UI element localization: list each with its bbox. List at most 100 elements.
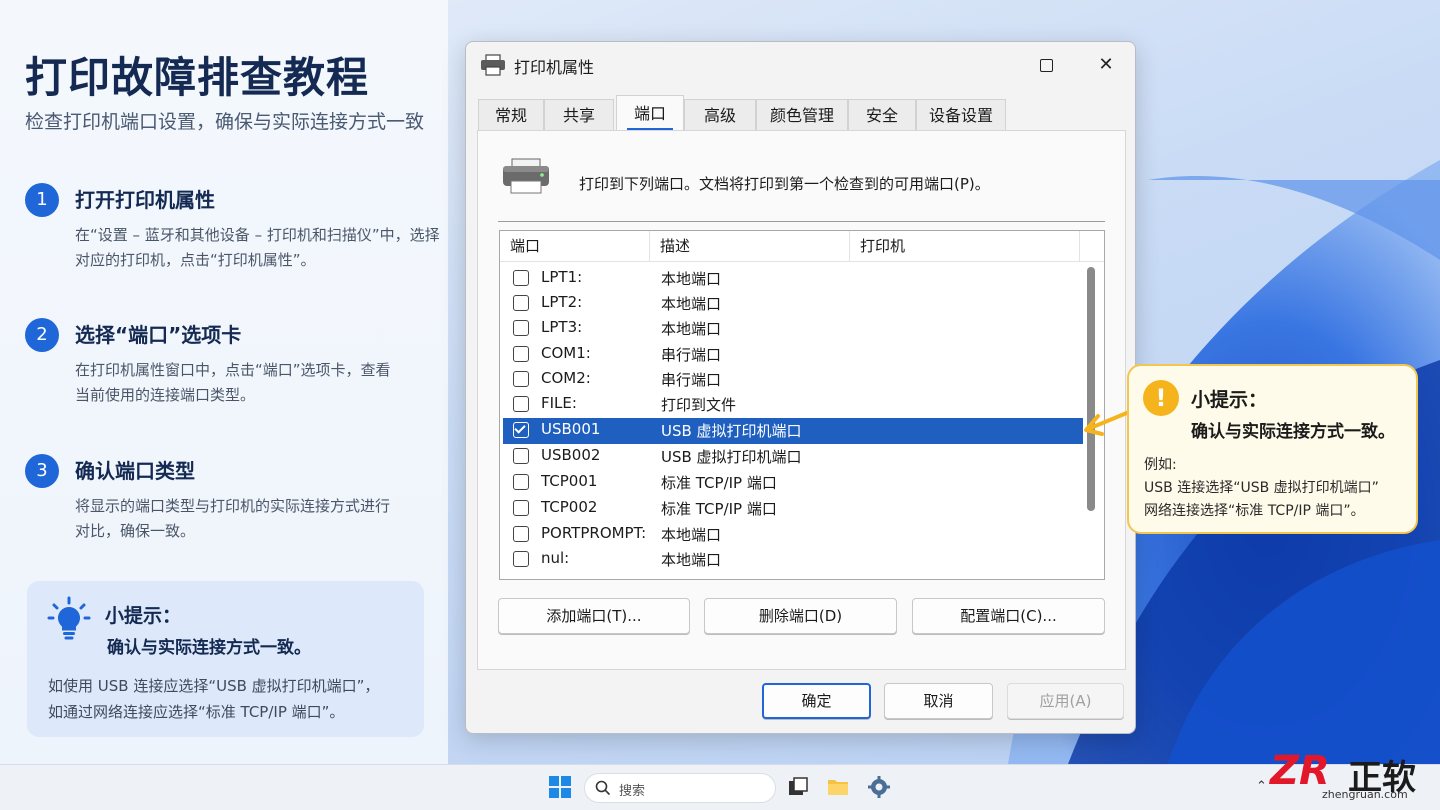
tip-line: 如使用 USB 连接应选择“USB 虚拟打印机端口”， <box>48 677 380 695</box>
port-row[interactable]: USB001 USB 虚拟打印机端口 <box>503 418 1083 444</box>
port-name: LPT1: <box>541 268 583 286</box>
port-checkbox[interactable] <box>513 371 529 387</box>
port-description: 本地端口 <box>661 270 722 288</box>
port-description: 串行端口 <box>661 346 722 364</box>
port-name: COM2: <box>541 369 591 387</box>
taskbar: 搜索 ⌃ <box>0 764 1440 810</box>
port-name: COM1: <box>541 344 591 362</box>
port-name: LPT3: <box>541 318 583 336</box>
settings-gear-icon[interactable] <box>867 775 891 799</box>
tip-box: 小提示： 确认与实际连接方式一致。 如使用 USB 连接应选择“USB 虚拟打印… <box>27 581 424 737</box>
port-row[interactable]: LPT1: 本地端口 <box>503 266 1083 291</box>
port-description: 串行端口 <box>661 371 722 389</box>
port-row[interactable]: COM1: 串行端口 <box>503 342 1083 367</box>
separator <box>498 221 1105 222</box>
step-number: 2 <box>25 318 59 352</box>
tray-overflow-icon[interactable]: ⌃ <box>1256 779 1267 794</box>
callout-line: 例如: <box>1144 457 1177 473</box>
port-checkbox[interactable] <box>513 448 529 464</box>
port-row[interactable]: COM2: 串行端口 <box>503 367 1083 392</box>
callout-subtitle: 确认与实际连接方式一致。 <box>1191 422 1395 442</box>
callout-description: 例如: USB 连接选择“USB 虚拟打印机端口” 网络连接选择“标准 TCP/… <box>1144 454 1379 523</box>
exclamation-icon: ! <box>1143 380 1179 416</box>
port-checkbox[interactable] <box>513 551 529 567</box>
printer-illustration-icon <box>503 158 549 194</box>
port-intro-text: 打印到下列端口。文档将打印到第一个检查到的可用端口(P)。 <box>579 175 990 193</box>
add-port-button[interactable]: 添加端口(T)... <box>498 598 690 634</box>
windows-start-icon[interactable] <box>549 776 571 798</box>
port-list[interactable]: 端口 描述 打印机 LPT1: 本地端口 LPT2: 本地端口 LPT3: 本地端口 COM… <box>499 230 1105 580</box>
port-row[interactable]: TCP002 标准 TCP/IP 端口 <box>503 496 1083 521</box>
search-icon <box>595 780 611 796</box>
port-checkbox[interactable] <box>513 396 529 412</box>
tip-line: 如通过网络连接应选择“标准 TCP/IP 端口”。 <box>48 703 345 721</box>
port-checkbox[interactable] <box>513 526 529 542</box>
close-icon: ✕ <box>1098 54 1114 75</box>
tab-general[interactable]: 常规 <box>478 99 544 131</box>
port-name: TCP001 <box>541 472 598 490</box>
search-placeholder: 搜索 <box>619 784 646 799</box>
apply-button[interactable]: 应用(A) <box>1007 683 1124 719</box>
tip-description: 如使用 USB 连接应选择“USB 虚拟打印机端口”， 如通过网络连接应选择“标… <box>48 673 379 725</box>
port-name: nul: <box>541 549 570 567</box>
port-description: USB 虚拟打印机端口 <box>661 422 802 440</box>
printer-properties-dialog: 打印机属性 ✕ 常规 共享 端口 高级 颜色管理 安全 设备设置 打印到下列端口… <box>465 41 1136 734</box>
tip-subtitle: 确认与实际连接方式一致。 <box>107 638 311 658</box>
file-explorer-icon[interactable] <box>826 775 850 799</box>
tab-device-settings[interactable]: 设备设置 <box>916 99 1006 131</box>
delete-port-button[interactable]: 删除端口(D) <box>704 598 897 634</box>
port-row[interactable]: PORTPROMPT: 本地端口 <box>503 522 1083 547</box>
page-subtitle: 检查打印机端口设置，确保与实际连接方式一致 <box>25 111 425 133</box>
configure-port-button[interactable]: 配置端口(C)... <box>912 598 1105 634</box>
tip-title: 小提示： <box>105 605 182 627</box>
step-number: 3 <box>25 454 59 488</box>
brand-logo: ZR <box>1270 748 1330 794</box>
step-title: 打开打印机属性 <box>75 188 215 212</box>
checkmark-icon <box>514 422 526 434</box>
task-view-icon[interactable] <box>786 775 810 799</box>
port-checkbox[interactable] <box>513 320 529 336</box>
port-description: 标准 TCP/IP 端口 <box>661 500 777 518</box>
port-description: 本地端口 <box>661 551 722 569</box>
maximize-button[interactable] <box>1029 50 1063 80</box>
tab-sharing[interactable]: 共享 <box>544 99 614 131</box>
tab-security[interactable]: 安全 <box>848 99 916 131</box>
column-header-description[interactable]: 描述 <box>650 231 850 262</box>
tab-ports[interactable]: 端口 <box>616 95 684 131</box>
column-header-port[interactable]: 端口 <box>500 231 650 262</box>
tab-advanced[interactable]: 高级 <box>684 99 756 131</box>
brand-url: zhengruan.com <box>1322 788 1408 801</box>
page-title: 打印故障排查教程 <box>25 53 370 102</box>
port-row[interactable]: TCP001 标准 TCP/IP 端口 <box>503 470 1083 495</box>
port-name: LPT2: <box>541 293 583 311</box>
cancel-button[interactable]: 取消 <box>884 683 993 719</box>
close-button[interactable]: ✕ <box>1089 50 1123 80</box>
port-row[interactable]: USB002 USB 虚拟打印机端口 <box>503 444 1083 469</box>
port-description: 本地端口 <box>661 295 722 313</box>
ok-button[interactable]: 确定 <box>762 683 871 719</box>
taskbar-search[interactable]: 搜索 <box>584 773 776 803</box>
port-description: 标准 TCP/IP 端口 <box>661 474 777 492</box>
lightbulb-icon <box>47 596 91 640</box>
port-name: FILE: <box>541 394 577 412</box>
port-name: TCP002 <box>541 498 598 516</box>
port-checkbox[interactable] <box>513 500 529 516</box>
port-checkbox[interactable] <box>513 270 529 286</box>
step-description: 将显示的端口类型与打印机的实际连接方式进行对比，确保一致。 <box>75 497 391 540</box>
port-row[interactable]: FILE: 打印到文件 <box>503 392 1083 417</box>
port-row[interactable]: LPT3: 本地端口 <box>503 316 1083 341</box>
step-description: 在打印机属性窗口中，点击“端口”选项卡，查看当前使用的连接端口类型。 <box>75 361 391 404</box>
port-checkbox[interactable] <box>513 346 529 362</box>
list-scrollbar[interactable] <box>1087 267 1095 511</box>
maximize-icon <box>1039 58 1053 72</box>
column-header-printer[interactable]: 打印机 <box>850 231 1080 262</box>
port-row[interactable]: nul: 本地端口 <box>503 547 1083 572</box>
port-row[interactable]: LPT2: 本地端口 <box>503 291 1083 316</box>
port-checkbox[interactable] <box>513 474 529 490</box>
port-checkbox[interactable] <box>513 422 529 438</box>
port-name: PORTPROMPT: <box>541 524 647 542</box>
tab-color-management[interactable]: 颜色管理 <box>756 99 848 131</box>
tutorial-panel: 打印故障排查教程 检查打印机端口设置，确保与实际连接方式一致 1 打开打印机属性… <box>0 0 448 764</box>
port-description: USB 虚拟打印机端口 <box>661 448 802 466</box>
port-checkbox[interactable] <box>513 295 529 311</box>
